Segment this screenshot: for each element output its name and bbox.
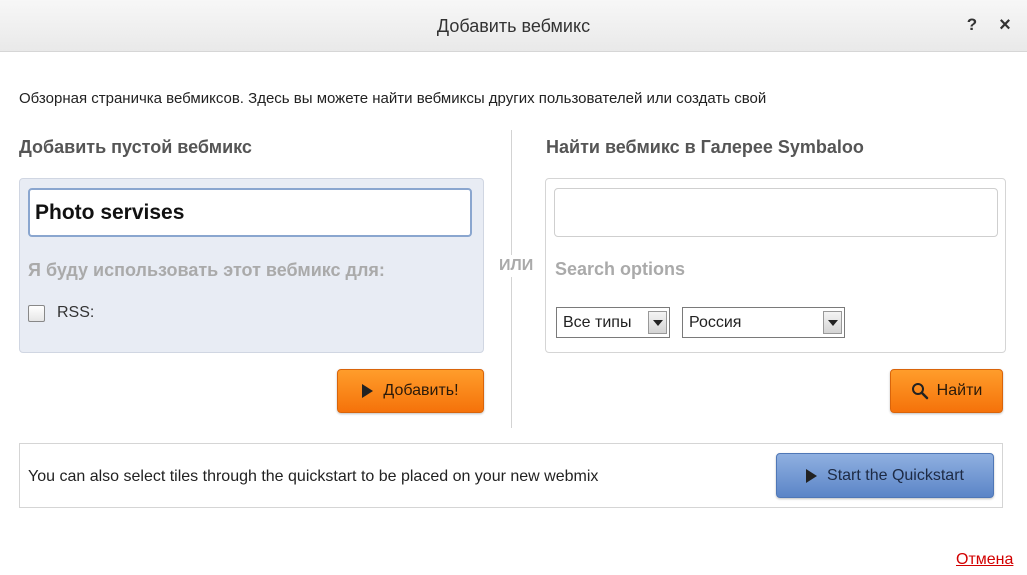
chevron-down-icon <box>823 311 842 334</box>
rss-option: RSS: <box>28 301 94 325</box>
type-select[interactable]: Все типы <box>556 307 670 338</box>
add-button[interactable]: Добавить! <box>337 369 484 413</box>
webmix-name-input[interactable] <box>28 188 472 237</box>
add-empty-webmix-heading: Добавить пустой вебмикс <box>19 137 252 157</box>
play-icon <box>806 468 818 483</box>
intro-text: Обзорная страничка вебмиксов. Здесь вы м… <box>19 90 767 107</box>
close-button[interactable]: × <box>993 13 1017 37</box>
use-for-label: Я буду использовать этот вебмикс для: <box>28 260 385 280</box>
rss-label: RSS: <box>57 304 95 321</box>
add-webmix-panel: Я буду использовать этот вебмикс для: RS… <box>19 178 484 353</box>
search-panel: Search options Все типы Россия <box>545 178 1006 353</box>
vertical-divider <box>511 130 512 428</box>
cancel-link[interactable]: Отмена <box>956 551 1013 569</box>
help-button[interactable]: ? <box>960 13 984 37</box>
start-quickstart-button[interactable]: Start the Quickstart <box>776 453 994 498</box>
find-button-label: Найти <box>936 382 983 399</box>
search-icon <box>911 382 929 400</box>
add-button-label: Добавить! <box>383 382 459 399</box>
dialog-titlebar: Добавить вебмикс ? × <box>0 0 1027 52</box>
or-separator: ИЛИ <box>497 255 536 277</box>
dialog-title: Добавить вебмикс <box>436 16 591 36</box>
play-icon <box>362 384 374 398</box>
country-select-value: Россия <box>689 313 742 331</box>
gallery-search-input[interactable] <box>554 188 998 237</box>
start-quickstart-label: Start the Quickstart <box>827 466 964 484</box>
country-select[interactable]: Россия <box>682 307 845 338</box>
search-options-label: Search options <box>555 259 686 279</box>
find-button[interactable]: Найти <box>890 369 1003 413</box>
rss-checkbox[interactable] <box>28 304 45 322</box>
chevron-down-icon <box>648 311 667 334</box>
quickstart-text: You can also select tiles through the qu… <box>28 468 599 485</box>
type-select-value: Все типы <box>563 313 632 331</box>
find-webmix-heading: Найти вебмикс в Галерее Symbaloo <box>546 137 864 157</box>
